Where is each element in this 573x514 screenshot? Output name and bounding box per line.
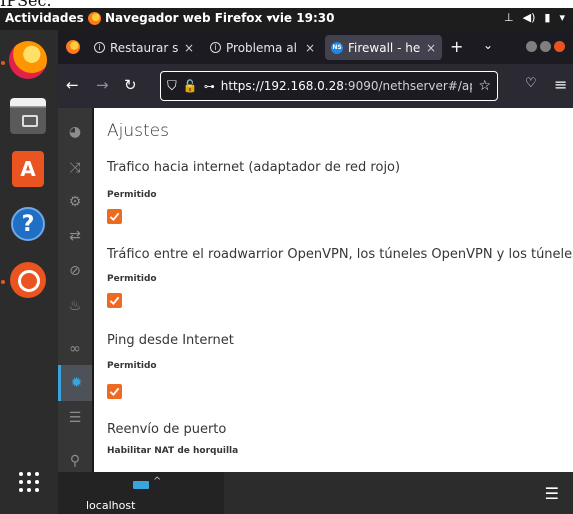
system-top-bar: Actividades Navegador web Firefox ▾ vie …: [0, 8, 573, 30]
permitido-label: Permitido: [107, 361, 157, 371]
chevron-up-icon: ^: [153, 476, 162, 487]
dock-firefox[interactable]: [5, 37, 51, 83]
dock-ubuntu[interactable]: [5, 257, 51, 303]
system-tray[interactable]: ⊥ ◀) ▮ ▾: [504, 11, 565, 24]
section-title-internet-traffic: Trafico hacia internet (adaptador de red…: [107, 160, 401, 175]
clock[interactable]: vie 19:30: [272, 11, 334, 25]
hairpin-nat-label: Habilitar NAT de horquilla: [107, 446, 239, 456]
navigation-bar: ← → ↻ ⛉ 🔓 ⊶ https://192.168.0.28:9090/ne…: [58, 64, 573, 108]
bottom-panel: ^ localhost ☰: [58, 472, 573, 514]
server-icon: [133, 481, 149, 489]
key-icon[interactable]: ⊶: [204, 80, 215, 93]
checkmark-icon: [109, 387, 120, 397]
screen: IPSec. Actividades Navegador web Firefox…: [0, 0, 573, 514]
lock-warning-icon[interactable]: 🔓: [183, 79, 198, 93]
permit-internet-checkbox[interactable]: [107, 209, 122, 224]
fire-icon[interactable]: ♨: [58, 288, 92, 324]
tab-firewall[interactable]: NS Firewall - hernan ×: [325, 35, 442, 60]
tab-label: Problema al carg: [226, 40, 300, 55]
cogs-icon[interactable]: ⚙: [58, 184, 92, 220]
cropped-text: IPSec.: [0, 0, 52, 8]
maximize-button[interactable]: [540, 41, 551, 52]
dashboard-icon[interactable]: ◕: [58, 114, 92, 150]
nethserver-favicon: NS: [331, 41, 343, 54]
firefox-view-icon[interactable]: [66, 40, 80, 54]
section-title-vpn-traffic: Tráfico entre el roadwarrior OpenVPN, lo…: [107, 247, 573, 262]
dock-help[interactable]: ?: [5, 201, 51, 247]
files-icon: [10, 98, 46, 134]
permitido-label: Permitido: [107, 274, 157, 284]
close-tab-icon[interactable]: ×: [184, 41, 194, 55]
close-window-button[interactable]: [554, 41, 565, 52]
hamburger-menu-icon[interactable]: ≡: [554, 75, 567, 94]
battery-icon: ▮: [544, 11, 551, 24]
firefox-icon: [9, 41, 47, 79]
tracking-shield-icon[interactable]: ⛉: [167, 79, 177, 94]
show-applications-icon[interactable]: [19, 472, 39, 492]
dock-software[interactable]: A: [5, 146, 51, 192]
new-tab-button[interactable]: +: [450, 37, 463, 56]
main-content: Ajustes Trafico hacia internet (adaptado…: [94, 108, 573, 472]
cockpit-sidebar: ◕ ⤨ ⚙ ⇄ ⊘ ♨ ∞ ✹ ☰ ⚲: [58, 108, 94, 472]
bookmark-star-icon[interactable]: ☆: [478, 78, 491, 94]
permitido-label: Permitido: [107, 190, 157, 200]
help-icon: ?: [11, 207, 45, 241]
back-button[interactable]: ←: [66, 76, 79, 94]
tab-label: Restaurar sesión: [110, 40, 179, 55]
transfer-icon[interactable]: ⇄: [58, 218, 92, 254]
section-title-port-forward: Reenvío de puerto: [107, 422, 227, 437]
pocket-icon[interactable]: ♡: [525, 76, 537, 91]
shuffle-icon[interactable]: ⤨: [58, 150, 92, 186]
link-icon[interactable]: ∞: [58, 331, 92, 367]
dock-files[interactable]: [5, 93, 51, 139]
firefox-icon: [88, 11, 101, 25]
permit-vpn-checkbox[interactable]: [107, 293, 122, 308]
info-icon: i: [94, 42, 105, 53]
list-tabs-button[interactable]: ⌄: [483, 38, 493, 52]
list-icon[interactable]: ☰: [58, 400, 92, 436]
app-menu-label: Navegador web Firefox ▾: [105, 11, 273, 25]
ubuntu-icon: [10, 262, 46, 298]
settings-icon[interactable]: ✹: [58, 365, 92, 401]
volume-icon: ◀): [522, 11, 536, 24]
activities-button[interactable]: Actividades: [5, 11, 84, 25]
software-store-icon: A: [12, 151, 44, 187]
section-title-ping: Ping desde Internet: [107, 333, 234, 348]
checkmark-icon: [109, 296, 120, 306]
info-icon: i: [210, 42, 221, 53]
checkmark-icon: [109, 212, 120, 222]
dock: A ?: [0, 30, 58, 514]
url-text[interactable]: https://192.168.0.28:9090/nethserver#/ap…: [221, 79, 473, 93]
close-tab-icon[interactable]: ×: [305, 41, 315, 55]
tab-problema-al-cargar[interactable]: i Problema al carg ×: [204, 35, 321, 60]
chevron-down-icon: ▾: [559, 11, 565, 24]
host-switcher[interactable]: ^ localhost: [58, 472, 224, 514]
page-title: Ajustes: [107, 121, 169, 141]
menu-icon[interactable]: ☰: [545, 484, 559, 503]
network-icon: ⊥: [504, 11, 514, 24]
block-icon[interactable]: ⊘: [58, 253, 92, 289]
app-menu[interactable]: Navegador web Firefox ▾: [88, 11, 272, 25]
tab-label: Firewall - hernan: [348, 40, 421, 55]
permit-ping-checkbox[interactable]: [107, 384, 122, 399]
browser-tab-bar: i Restaurar sesión × i Problema al carg …: [58, 30, 573, 64]
reload-button[interactable]: ↻: [124, 76, 137, 94]
minimize-button[interactable]: [526, 41, 537, 52]
tab-restaurar-sesion[interactable]: i Restaurar sesión ×: [88, 35, 200, 60]
cropped-text-strip: IPSec.: [0, 0, 573, 8]
forward-button[interactable]: →: [96, 76, 109, 94]
host-label: localhost: [86, 499, 136, 512]
close-tab-icon[interactable]: ×: [426, 41, 436, 55]
url-bar[interactable]: ⛉ 🔓 ⊶ https://192.168.0.28:9090/nethserv…: [160, 71, 498, 101]
window-controls: [526, 41, 565, 52]
